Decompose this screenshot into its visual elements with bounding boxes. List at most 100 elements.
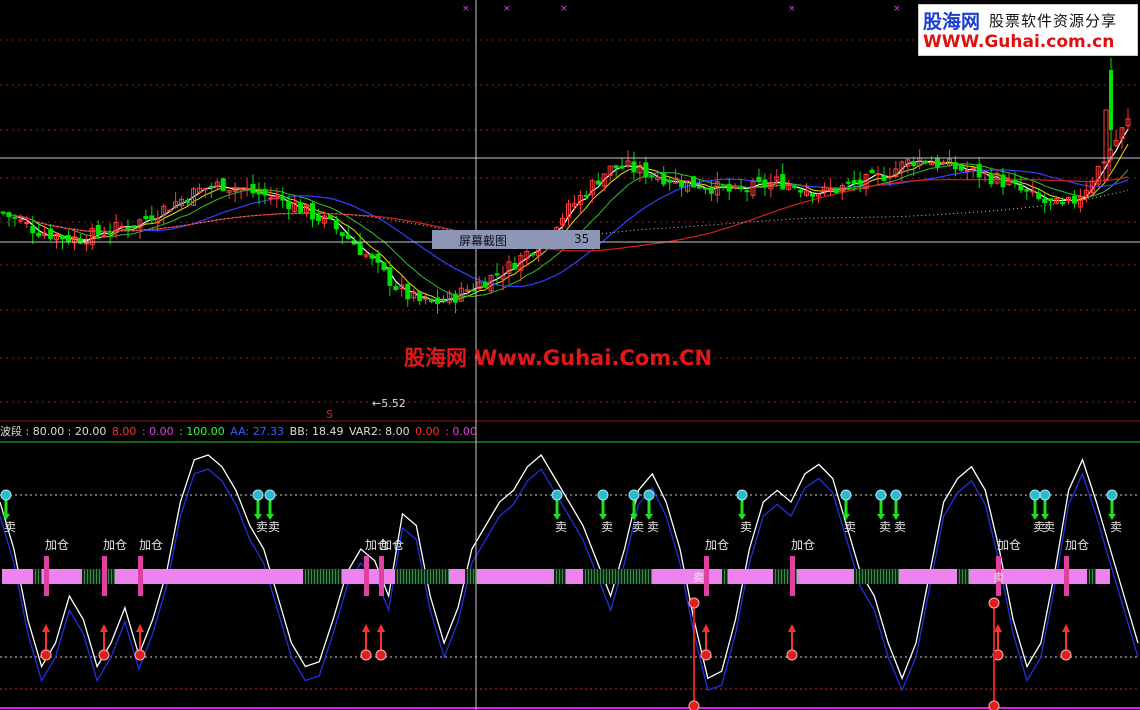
ribbon-stripe [865,569,866,584]
ribbon-stripe [588,569,589,584]
ribbon-stripe [39,569,41,584]
candle-down [1018,184,1024,191]
candle-down [512,263,518,270]
ribbon-stripe [326,569,327,584]
buy-ball [98,649,110,661]
ribbon-stripe [898,569,899,584]
candle-down [952,162,958,170]
ribbon-stripe [415,569,416,584]
sell-ball [840,489,852,501]
ribbon-stripe [862,569,863,584]
sell-ball [628,489,640,501]
candle-down [619,165,625,169]
ribbon-stripe [33,569,35,584]
ribbon-stripe [628,569,630,584]
ribbon-stripe [892,569,893,584]
candle-down [583,194,589,197]
candle-up [24,222,30,225]
candle-down [833,188,839,194]
ribbon-stripe [404,569,406,584]
ribbon-stripe [621,569,622,584]
ribbon-stripe [467,569,468,584]
screenshot-tooltip[interactable]: 屏幕截图 35 [432,230,600,249]
ribbon-stripe [877,569,878,584]
ribbon-stripe [321,569,323,584]
ribbon-stripe [607,569,609,584]
ribbon-stripe [727,569,728,584]
candle-down [762,179,768,188]
ribbon-stripe [637,569,639,584]
buy-ball [40,649,52,661]
ribbon-stripe [788,569,790,584]
ribbon-stripe [1089,569,1090,584]
top-marker: × [462,4,470,14]
candle-down [452,293,458,303]
candle-down [256,190,262,195]
ribbon-stripe [583,569,585,584]
candle-up [423,297,429,300]
ribbon-stripe [339,569,341,584]
ribbon-stripe [968,569,969,584]
ribbon-stripe [303,569,305,584]
indicator-value-3: : 100.00 [179,425,229,438]
add-position-bar [44,556,49,596]
ribbon-stripe [1087,569,1089,584]
sell-ball [551,489,563,501]
deep-buy-ball [988,700,1000,710]
ribbon-stripe [639,569,640,584]
candle-down [262,189,268,196]
buy-arrow-head [377,624,385,632]
ribbon-stripe [84,569,85,584]
add-position-label: 加仓 [103,538,127,552]
candle-down [6,212,12,218]
indicator-value-5: BB: 18.49 [289,425,347,438]
candle-up [268,197,274,200]
ribbon-stripe [560,569,562,584]
ribbon-stripe [959,569,960,584]
ribbon-stripe [604,569,606,584]
ribbon-stripe [776,569,778,584]
ribbon-stripe [725,569,727,584]
candle-down [595,180,601,185]
ribbon-stripe [563,569,565,584]
ribbon-stripe [323,569,324,584]
oscillator-panel [0,441,1140,709]
sell-label: 卖 [555,520,567,534]
buy-ball [1060,649,1072,661]
ribbon-stripe [317,569,318,584]
ribbon-stripe [557,569,559,584]
candle-down [77,238,83,244]
sell-ball [1039,489,1051,501]
ribbon-stripe [330,569,332,584]
candle-down [12,216,18,219]
candle-down [738,187,744,190]
ribbon-stripe [854,569,856,584]
candle-down [393,286,399,291]
ribbon-stripe [648,569,649,584]
candle-down [679,181,685,188]
ribbon-stripe [860,569,862,584]
ribbon-stripe [883,569,884,584]
candle-down [185,200,191,203]
candle-down [0,211,6,214]
indicator-value-8: : 0.00 [445,425,477,438]
candle-down [327,214,333,219]
add-position-label: 加仓 [45,538,69,552]
buy-arrow-head [42,624,50,632]
ribbon-sell-label: 卖 [693,571,704,584]
candle-down [470,289,476,292]
sell-label: 卖 [632,520,644,534]
candle-down [857,179,863,185]
candle-down [286,200,292,209]
ribbon-stripe [338,569,339,584]
ribbon-stripe [434,569,436,584]
ribbon-stripe [443,569,445,584]
ribbon-stripe [395,569,397,584]
add-position-label: 加仓 [1065,538,1089,552]
ribbon-stripe [412,569,413,584]
sell-label: 卖 [879,520,891,534]
ribbon-stripe [465,569,467,584]
candle-down [357,241,363,255]
candle-down [702,187,708,190]
sell-ball [875,489,887,501]
